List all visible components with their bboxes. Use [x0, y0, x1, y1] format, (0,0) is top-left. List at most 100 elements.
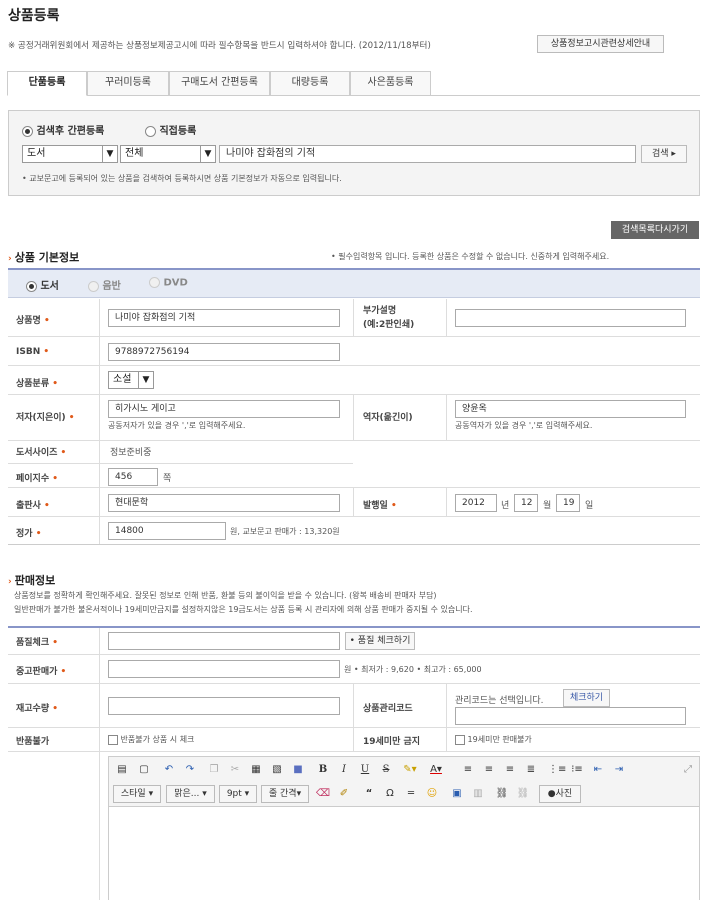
- tab-bar: 단품등록 꾸러미등록 구매도서 간편등록 대량등록 사은품등록: [7, 71, 700, 96]
- noreturn-checkbox[interactable]: 반품불가 상품 시 체크: [108, 734, 194, 745]
- quality-check-button[interactable]: • 품질 체크하기: [345, 632, 415, 650]
- sale-desc-2: 일반판매가 불가한 불온서적이나 19세미만금지를 설정하지않은 19금도서는 …: [14, 605, 473, 614]
- highlight-icon[interactable]: ✎▾: [402, 762, 418, 778]
- select-all-icon[interactable]: ■: [290, 762, 306, 778]
- extra-label: 부가설명 (예:2판인쇄): [363, 306, 415, 330]
- italic-icon[interactable]: I: [336, 762, 352, 778]
- product-type-bar: 도서 음반 DVD: [8, 270, 700, 298]
- used-price-input[interactable]: [108, 660, 340, 678]
- font-dropdown[interactable]: 맑은... ▾: [166, 785, 215, 803]
- required-note: • 필수입력항목 입니다. 등록한 상품은 수정할 수 없습니다. 신중하게 입…: [331, 252, 610, 261]
- chevron-down-icon: ▼: [102, 146, 117, 162]
- indent-icon[interactable]: ⇥: [611, 762, 627, 778]
- tab-purchased[interactable]: 구매도서 간편등록: [169, 71, 270, 96]
- justify-icon[interactable]: ≣: [523, 762, 539, 778]
- stock-label: 재고수량 •: [16, 704, 59, 714]
- special-char-icon[interactable]: Ω: [382, 786, 398, 802]
- genre-select[interactable]: 소설 ▼: [108, 371, 154, 389]
- extra-desc-input[interactable]: [455, 309, 686, 327]
- tab-bundle[interactable]: 꾸러미등록: [87, 71, 169, 96]
- paste-icon[interactable]: ▦: [248, 762, 264, 778]
- table-icon[interactable]: ▣: [449, 786, 465, 802]
- pubdate-year-input[interactable]: 2012: [455, 494, 497, 512]
- tab-bulk[interactable]: 대량등록: [270, 71, 350, 96]
- pubdate-month-input[interactable]: 12: [514, 494, 538, 512]
- notice-detail-button[interactable]: 상품정보고시관련상세안내: [537, 35, 664, 53]
- quality-input[interactable]: [108, 632, 340, 650]
- type-album-radio[interactable]: 음반: [88, 277, 121, 292]
- type-dvd-radio[interactable]: DVD: [149, 277, 188, 289]
- link-icon[interactable]: ⛓: [494, 786, 510, 802]
- radio-search-register[interactable]: 검색후 간편등록: [22, 122, 104, 137]
- strikethrough-icon[interactable]: S: [378, 762, 394, 778]
- font-color-icon[interactable]: A▾: [428, 762, 444, 778]
- undo-icon[interactable]: ↶: [161, 762, 177, 778]
- sale-info-title: › 판매정보: [8, 574, 56, 587]
- font-size-dropdown[interactable]: 9pt ▾: [219, 785, 257, 803]
- price-range-note: 원 • 최저가 : 9,620 • 최고가 : 65,000: [344, 665, 482, 674]
- size-value: 정보준비중: [110, 448, 152, 458]
- code-check-button[interactable]: 체크하기: [563, 689, 610, 707]
- align-center-icon[interactable]: ≡: [481, 762, 497, 778]
- underline-icon[interactable]: U: [357, 762, 373, 778]
- pubdate-label: 발행일 •: [363, 501, 397, 511]
- size-label: 도서사이즈 •: [16, 448, 67, 458]
- eraser-icon[interactable]: ⌫: [315, 786, 331, 802]
- chevron-down-icon: ▼: [138, 372, 153, 388]
- stock-input[interactable]: [108, 697, 340, 715]
- back-to-results-button[interactable]: 검색목록다시가기: [611, 221, 699, 239]
- used-price-label: 중고판매가 •: [16, 667, 67, 677]
- quality-label: 품질체크 •: [16, 638, 59, 648]
- translator-input[interactable]: 양윤옥: [455, 400, 686, 418]
- radio-direct-register[interactable]: 직접등록: [145, 122, 196, 137]
- code-input[interactable]: [455, 707, 686, 725]
- search-help: • 교보문고에 등록되어 있는 상품을 검색하여 등록하시면 상품 기본정보가 …: [22, 174, 342, 183]
- adult-checkbox[interactable]: 19세미만 판매불가: [455, 734, 532, 745]
- author-input[interactable]: 히가시노 게이고: [108, 400, 340, 418]
- type-book-radio[interactable]: 도서: [26, 277, 59, 292]
- isbn-input[interactable]: 9788972756194: [108, 343, 340, 361]
- new-page-icon[interactable]: ▢: [136, 762, 152, 778]
- price-input[interactable]: 14800: [108, 522, 226, 540]
- line-spacing-dropdown[interactable]: 줄 간격▾: [261, 785, 309, 803]
- print-icon[interactable]: ▤: [114, 762, 130, 778]
- ordered-list-icon[interactable]: ⋮≡: [548, 762, 566, 778]
- tab-single[interactable]: 단품등록: [7, 71, 87, 96]
- horizontal-rule-icon[interactable]: ═: [403, 786, 419, 802]
- bullet-list-icon[interactable]: ⁝≡: [569, 762, 585, 778]
- search-panel: 검색후 간편등록 직접등록 도서 ▼ 전체 ▼ 나미야 잡화점의 기적 검색 ▸ •…: [8, 110, 700, 196]
- publisher-input[interactable]: 현대문학: [108, 494, 340, 512]
- align-left-icon[interactable]: ≡: [460, 762, 476, 778]
- pubdate-day-input[interactable]: 19: [556, 494, 580, 512]
- quote-icon[interactable]: “: [361, 786, 377, 802]
- outdent-icon[interactable]: ⇤: [590, 762, 606, 778]
- style-dropdown[interactable]: 스타일 ▾: [113, 785, 161, 803]
- translator-label: 역자(옮긴이): [363, 413, 413, 423]
- cut-icon[interactable]: ✂: [227, 762, 243, 778]
- unlink-icon[interactable]: ⛓: [515, 786, 531, 802]
- photo-button[interactable]: ●사진: [539, 785, 581, 803]
- redo-icon[interactable]: ↷: [182, 762, 198, 778]
- search-button[interactable]: 검색 ▸: [641, 145, 687, 163]
- price-note: 원, 교보문고 판매가 : 13,320원: [230, 527, 340, 536]
- expand-icon[interactable]: ⤢: [680, 762, 696, 778]
- bold-icon[interactable]: B: [315, 762, 331, 778]
- tab-gift[interactable]: 사은품등록: [350, 71, 431, 96]
- noreturn-label: 반품불가: [16, 737, 50, 747]
- author-label: 저자(지은이) •: [16, 413, 75, 423]
- align-right-icon[interactable]: ≡: [502, 762, 518, 778]
- format-painter-icon[interactable]: ✐: [336, 786, 352, 802]
- paste-text-icon[interactable]: ▧: [269, 762, 285, 778]
- table-edit-icon[interactable]: ▥: [470, 786, 486, 802]
- emoticon-icon[interactable]: ☺: [424, 786, 440, 802]
- publisher-label: 출판사 •: [16, 501, 50, 511]
- pages-label: 페이지수 •: [16, 474, 59, 484]
- product-name-input[interactable]: 나미야 잡화점의 기적: [108, 309, 340, 327]
- scope-select[interactable]: 전체 ▼: [120, 145, 216, 163]
- category-select[interactable]: 도서 ▼: [22, 145, 118, 163]
- copy-icon[interactable]: ❐: [206, 762, 222, 778]
- pages-input[interactable]: 456: [108, 468, 158, 486]
- price-label: 정가 •: [16, 529, 42, 539]
- search-input[interactable]: 나미야 잡화점의 기적: [219, 145, 636, 163]
- sale-desc-1: 상품정보를 정확하게 확인해주세요. 잘못된 정보로 인해 반품, 환불 등의 …: [14, 591, 437, 600]
